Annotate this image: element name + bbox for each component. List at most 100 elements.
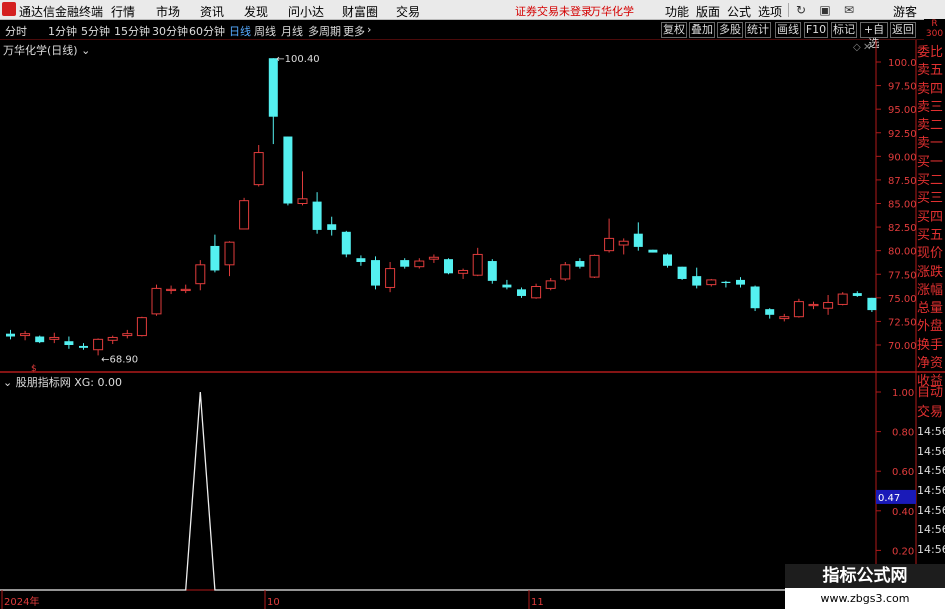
candle-body-down bbox=[517, 289, 526, 296]
fuquan-button[interactable]: 复权 bbox=[661, 22, 687, 38]
stock-name-label: 万华化学 bbox=[590, 5, 634, 18]
quote-panel: 委比 卖五 卖四 卖三 卖二 卖一 买一 买二 买三 买四 买五 现价 涨跌 涨幅 总量 外盘 换手 净资 收益 bbox=[917, 44, 945, 392]
back-button[interactable]: 返回 bbox=[890, 22, 916, 38]
candle-body-up bbox=[166, 288, 177, 292]
period-fenshi[interactable]: 分时 bbox=[5, 23, 27, 39]
candle-body-up bbox=[253, 152, 264, 186]
menu-wenxiaoda[interactable]: 问小达 bbox=[288, 3, 324, 20]
stats-button[interactable]: 统计 bbox=[745, 22, 771, 38]
candle-body-down bbox=[35, 336, 45, 343]
candle-body-down bbox=[765, 309, 775, 315]
period-30min[interactable]: 30分钟 bbox=[152, 23, 188, 39]
candle-body-up bbox=[239, 200, 250, 230]
chevron-down-icon[interactable]: ⌄ bbox=[81, 44, 90, 57]
menu-shichang[interactable]: 市场 bbox=[156, 3, 180, 20]
y-tick-label: 100.0 bbox=[888, 58, 917, 69]
menu-hangqing[interactable]: 行情 bbox=[111, 3, 135, 20]
candle-body-up bbox=[808, 303, 819, 307]
draw-line-button[interactable]: 画线 bbox=[775, 22, 801, 38]
quote-field-label: 卖四 bbox=[917, 81, 944, 97]
guest-label[interactable]: 游客 bbox=[893, 3, 917, 20]
x-axis-label: 10 bbox=[267, 597, 280, 608]
scale-label-top: R bbox=[931, 19, 938, 29]
candle-body-up bbox=[107, 336, 118, 341]
mail-icon[interactable]: ✉ bbox=[838, 0, 860, 20]
quote-field-label: 买四 bbox=[917, 209, 944, 225]
collapse-icon[interactable]: ✕ bbox=[863, 42, 871, 53]
f10-button[interactable]: F10 bbox=[804, 22, 828, 38]
sub-y-tick-label: 0.60 bbox=[892, 467, 914, 478]
candle-body-up bbox=[414, 260, 425, 268]
quote-field-label: 买三 bbox=[917, 191, 944, 207]
y-tick-label: 82.50 bbox=[888, 223, 917, 234]
period-daily[interactable]: 日线 bbox=[229, 23, 251, 39]
menu-jiaoyi[interactable]: 交易 bbox=[396, 3, 420, 20]
menu-zixun[interactable]: 资讯 bbox=[200, 3, 224, 20]
candle-body-up bbox=[589, 254, 600, 278]
candle-body-up bbox=[837, 293, 848, 305]
trade-mode-label: 自动 bbox=[917, 385, 944, 400]
scale-indicator[interactable]: R 300 bbox=[924, 19, 945, 42]
candle-body-up bbox=[531, 286, 542, 299]
candle-body-up bbox=[122, 333, 133, 337]
x-axis-label: 11 bbox=[531, 597, 544, 608]
y-tick-label: 70.00 bbox=[888, 341, 917, 352]
candle-body-up bbox=[297, 198, 308, 205]
candle-body-down bbox=[867, 297, 877, 311]
quote-field-label: 涨幅 bbox=[917, 282, 944, 298]
period-monthly[interactable]: 月线 bbox=[281, 23, 303, 39]
candle-body-down bbox=[677, 266, 687, 279]
candle-body-down bbox=[64, 341, 74, 345]
candle-body-down bbox=[371, 260, 380, 286]
candle-body-up bbox=[49, 336, 60, 340]
x-axis-label: 2024年 bbox=[4, 595, 39, 608]
menu-xuanxiang[interactable]: 选项 bbox=[758, 3, 782, 20]
quote-field-label: 换手 bbox=[917, 337, 944, 353]
candle-body-up bbox=[428, 256, 439, 260]
y-tick-label: 90.00 bbox=[888, 152, 917, 163]
tick-time-label: 14:56 bbox=[917, 483, 945, 497]
multi-stock-button[interactable]: 多股 bbox=[717, 22, 743, 38]
chevron-right-icon[interactable]: › bbox=[367, 23, 371, 36]
period-more[interactable]: 更多 bbox=[343, 23, 365, 39]
period-weekly[interactable]: 周线 bbox=[254, 23, 276, 39]
mark-button[interactable]: 标记 bbox=[831, 22, 857, 38]
period-5min[interactable]: 5分钟 bbox=[81, 23, 110, 39]
refresh-icon[interactable]: ↻ bbox=[790, 0, 812, 20]
period-15min[interactable]: 15分钟 bbox=[114, 23, 150, 39]
quote-field-label: 买二 bbox=[917, 173, 944, 189]
menu-faxian[interactable]: 发现 bbox=[244, 3, 268, 20]
login-warning[interactable]: 证券交易未登录 bbox=[515, 3, 592, 19]
candle-body-up bbox=[793, 301, 804, 318]
period-1min[interactable]: 1分钟 bbox=[48, 23, 77, 39]
menu-banmian[interactable]: 版面 bbox=[696, 3, 720, 20]
chevron-down-icon[interactable]: ⌄ bbox=[3, 376, 12, 389]
main-chart-title-text: 万华化学(日线) bbox=[3, 44, 78, 57]
menu-caifuquan[interactable]: 财富圈 bbox=[342, 3, 378, 20]
add-watchlist-button[interactable]: +自选 bbox=[860, 22, 888, 50]
period-60min[interactable]: 60分钟 bbox=[189, 23, 225, 39]
kline-svg[interactable]: 100.0 97.50 95.00 92.50 90.00 87.50 85.00 82.50… bbox=[0, 40, 945, 609]
divider bbox=[788, 3, 789, 17]
candle-body-down bbox=[79, 345, 88, 348]
chart-area[interactable]: 100.0 97.50 95.00 92.50 90.00 87.50 85.00 82.50… bbox=[0, 40, 945, 609]
period-multi[interactable]: 多周期 bbox=[308, 23, 341, 39]
quote-field-label: 委比 bbox=[917, 45, 944, 60]
menu-gongshi[interactable]: 公式 bbox=[727, 3, 751, 20]
candle-body-down bbox=[852, 293, 862, 296]
candle-body-down bbox=[268, 58, 278, 117]
xg-signal-line bbox=[0, 391, 876, 591]
main-chart-title: 万华化学(日线) ⌄ bbox=[3, 42, 90, 58]
watermark-url: www.zbgs3.com bbox=[785, 588, 945, 609]
menu-gongneng[interactable]: 功能 bbox=[665, 3, 689, 20]
sub-chart-title-text: 股朋指标网 XG: 0.00 bbox=[15, 376, 122, 389]
tick-time-label: 14:56 bbox=[917, 542, 945, 556]
y-tick-label: 72.50 bbox=[888, 317, 917, 328]
candle-body-down bbox=[721, 281, 731, 283]
watermark-title: 指标公式网 bbox=[785, 564, 945, 588]
y-tick-label: 95.00 bbox=[888, 105, 917, 116]
candle-body-up bbox=[472, 253, 483, 276]
overlay-button[interactable]: 叠加 bbox=[689, 22, 715, 38]
diamond-icon[interactable]: ◇ bbox=[853, 42, 861, 53]
skin-icon[interactable]: ▣ bbox=[814, 0, 836, 20]
